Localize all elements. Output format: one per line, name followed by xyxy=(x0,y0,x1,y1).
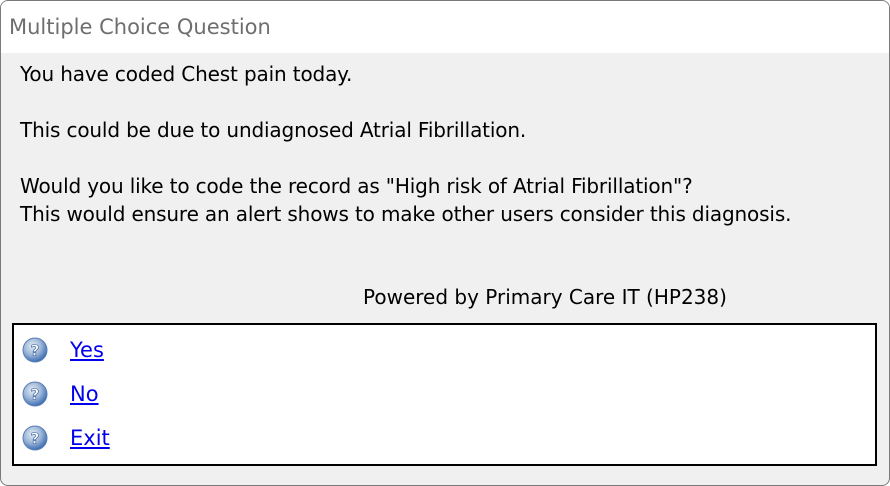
message-line-1: You have coded Chest pain today. xyxy=(20,62,353,86)
message-line-2: This could be due to undiagnosed Atrial … xyxy=(20,118,527,142)
option-yes[interactable]: ? Yes xyxy=(22,335,104,365)
help-question-icon: ? xyxy=(22,337,48,363)
dialog-window: Multiple Choice Question You have coded … xyxy=(0,0,890,486)
option-exit[interactable]: ? Exit xyxy=(22,423,110,453)
svg-text:?: ? xyxy=(31,386,40,404)
option-no-link[interactable]: No xyxy=(70,382,99,406)
message-line-4: This would ensure an alert shows to make… xyxy=(20,202,792,226)
help-question-icon: ? xyxy=(22,381,48,407)
powered-by-label: Powered by Primary Care IT (HP238) xyxy=(363,285,727,309)
option-yes-link[interactable]: Yes xyxy=(70,338,104,362)
message-line-3: Would you like to code the record as "Hi… xyxy=(20,174,693,198)
svg-text:?: ? xyxy=(31,430,40,448)
window-title: Multiple Choice Question xyxy=(9,15,271,39)
option-no[interactable]: ? No xyxy=(22,379,99,409)
title-bar[interactable]: Multiple Choice Question xyxy=(1,1,889,53)
svg-text:?: ? xyxy=(31,342,40,360)
help-question-icon: ? xyxy=(22,425,48,451)
option-exit-link[interactable]: Exit xyxy=(70,426,110,450)
options-list: ? Yes ? No ? Exit xyxy=(12,323,877,466)
